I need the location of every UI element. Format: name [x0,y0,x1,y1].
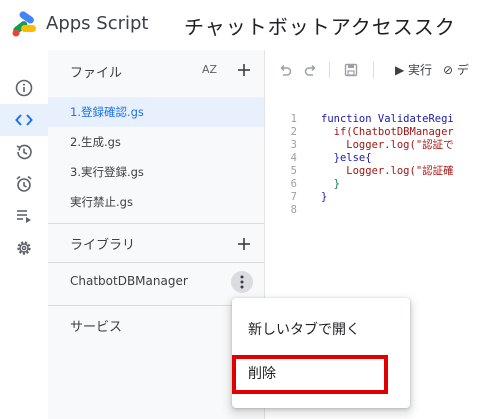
files-section-title: ファイル [70,66,123,81]
apps-script-logo-icon[interactable] [10,10,38,38]
triggers-rail-button[interactable] [0,168,48,200]
code-icon [15,114,33,126]
apps-script-editor: Apps Script チャットボットアクセススク ファイル AZ 1.登録確認… [0,0,477,419]
delete-highlight-annotation [232,355,388,394]
settings-rail-button[interactable] [0,232,48,264]
line-number: 7 [290,191,297,203]
line-number: 5 [290,165,297,177]
add-library-button[interactable] [232,232,256,256]
line-number: 4 [290,152,297,164]
section-divider [48,262,264,263]
code-line: } [321,178,340,190]
toolbar-separator [373,62,374,78]
line-number: 8 [290,204,297,216]
libraries-section-title: ライブラリ [70,238,136,253]
line-number: 3 [290,139,297,151]
project-title[interactable]: チャットボットアクセススク [184,11,456,40]
sort-files-button[interactable]: AZ [202,60,228,80]
file-item[interactable]: 1.登録確認.gs [48,97,264,127]
redo-icon [304,64,316,76]
debug-button[interactable]: ⊘ デ [443,60,469,80]
history-icon [16,144,32,160]
library-item[interactable]: ChatbotDBManager [70,274,188,288]
file-item[interactable]: 2.生成.gs [48,127,264,157]
services-section-title: サービス [70,320,123,335]
undo-button[interactable] [275,60,295,80]
library-more-options-button[interactable] [231,271,253,293]
more-vert-icon [240,275,244,289]
code-line: Logger.log("認証確 [321,165,454,177]
history-rail-button[interactable] [0,136,48,168]
app-header: Apps Script チャットボットアクセススク [0,0,477,48]
save-icon [344,63,358,77]
file-item[interactable]: 実行禁止.gs [48,187,264,217]
editor-toolbar: ▶ 実行 ⊘ デ [265,50,477,90]
app-name: Apps Script [46,13,149,34]
overview-rail-button[interactable] [0,72,48,104]
editor-rail-button[interactable] [0,104,48,136]
info-icon [15,79,33,97]
add-file-button[interactable] [232,58,256,82]
code-line: function ValidateRegi [321,113,454,125]
executions-icon [17,210,31,223]
open-in-new-tab-menu-item[interactable]: 新しいタブで開く [232,312,410,348]
run-button[interactable]: ▶ 実行 [395,60,432,80]
line-number: 2 [290,126,297,138]
code-line: if(ChatbotDBManager [321,126,454,138]
toolbar-separator [329,62,330,78]
line-number: 6 [290,178,297,190]
plus-icon [238,64,250,76]
code-line: } [321,191,328,203]
section-divider [48,223,264,224]
save-button[interactable] [341,60,361,80]
code-line: Logger.log("認証で [321,139,454,151]
plus-icon [238,238,250,250]
settings-gear-icon [17,241,31,255]
executions-rail-button[interactable] [0,200,48,232]
line-number: 1 [290,113,297,125]
code-line: }else{ [321,152,372,164]
navigation-rail [0,50,48,419]
file-item[interactable]: 3.実行登録.gs [48,157,264,187]
sort-az-icon: AZ [202,63,218,76]
files-header: ファイル AZ [48,50,264,90]
redo-button[interactable] [301,60,321,80]
undo-icon [280,64,292,76]
code-area[interactable]: 1 2 3 4 5 6 7 8 function ValidateRegi if… [265,113,477,253]
trigger-alarm-icon [16,175,32,192]
